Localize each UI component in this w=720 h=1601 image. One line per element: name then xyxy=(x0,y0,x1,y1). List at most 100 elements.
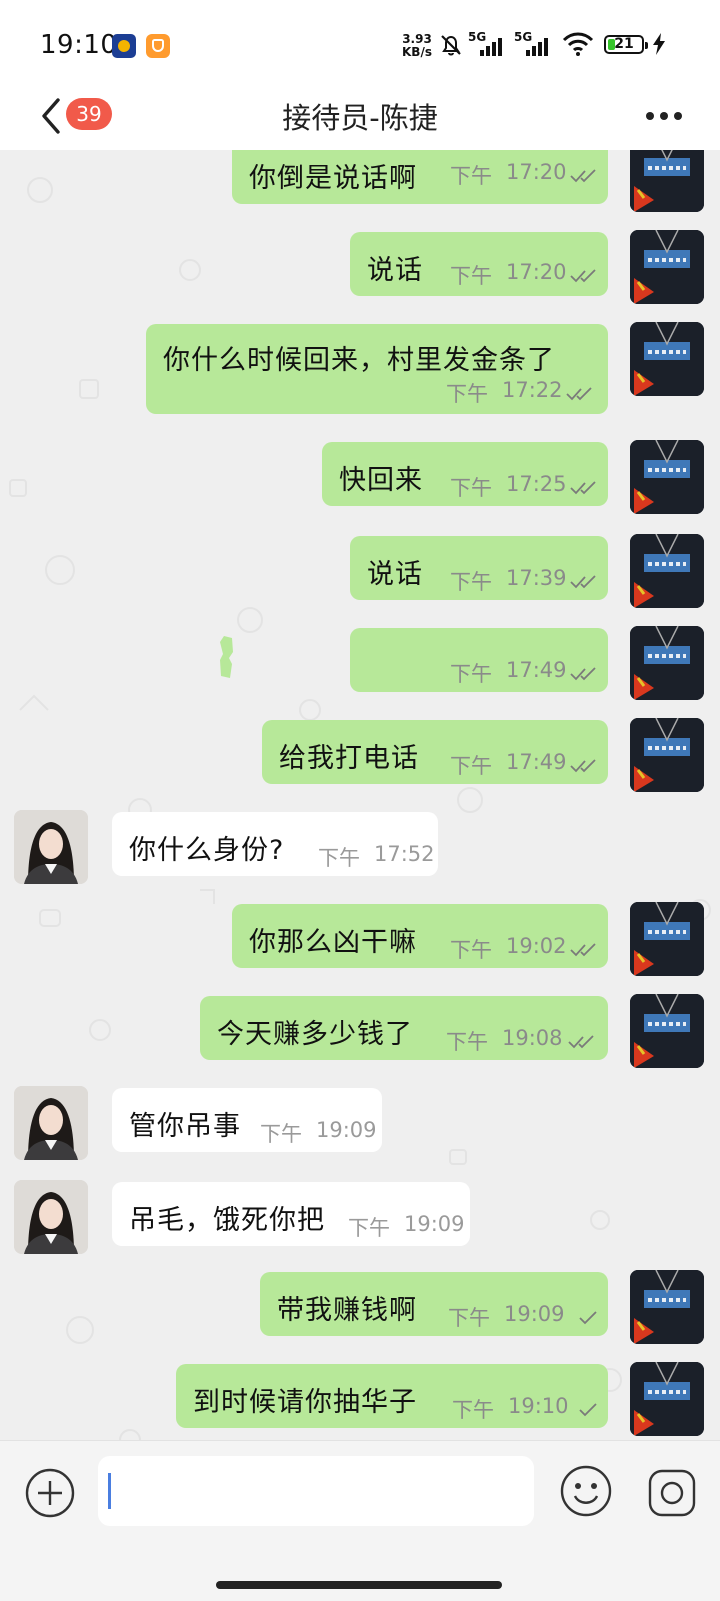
shield-app-icon xyxy=(146,34,170,58)
contact-message-bubble[interactable]: 管你吊事 下午 19:09 xyxy=(112,1088,382,1152)
network-speed-unit: KB/s xyxy=(402,45,432,59)
status-time: 19:10 xyxy=(40,30,118,60)
message-time: 19:09 xyxy=(504,1302,565,1326)
message-time: 19:09 xyxy=(404,1212,465,1236)
message-time: 19:02 xyxy=(506,934,567,958)
message-row: 你什么时候回来，村里发金条了 下午 17:22 xyxy=(0,322,720,414)
contact-avatar[interactable] xyxy=(14,1180,88,1254)
my-avatar[interactable] xyxy=(630,1270,704,1344)
charging-icon xyxy=(653,33,665,55)
read-receipt-icon xyxy=(570,269,596,283)
my-message-bubble[interactable]: 到时候请你抽华子 下午 19:10 xyxy=(176,1364,608,1428)
mute-bell-icon xyxy=(441,35,461,56)
message-row: 给我打电话 下午 17:49 xyxy=(0,718,720,792)
message-time: 17:22 xyxy=(502,378,563,402)
my-avatar[interactable] xyxy=(630,440,704,514)
signal-bars-icon xyxy=(480,38,508,56)
message-text: 管你吊事 xyxy=(129,1111,241,1142)
message-period: 下午 xyxy=(448,1306,490,1330)
sent-check-icon xyxy=(579,1311,597,1325)
my-avatar[interactable] xyxy=(630,902,704,976)
my-avatar[interactable] xyxy=(630,230,704,304)
message-row: 吊毛，饿死你把 下午 19:09 xyxy=(0,1180,720,1254)
contact-avatar[interactable] xyxy=(14,1086,88,1160)
message-row: 你什么身份? 下午 17:52 xyxy=(0,810,720,884)
my-avatar[interactable] xyxy=(630,150,704,212)
message-period: 下午 xyxy=(318,846,360,870)
message-row: 到时候请你抽华子 下午 19:10 xyxy=(0,1362,720,1440)
my-avatar[interactable] xyxy=(630,718,704,792)
my-message-bubble[interactable]: 下午 17:49 xyxy=(350,628,608,692)
contact-message-bubble[interactable]: 你什么身份? 下午 17:52 xyxy=(112,812,438,876)
my-avatar[interactable] xyxy=(630,994,704,1068)
read-receipt-icon xyxy=(570,169,596,183)
message-period: 下午 xyxy=(452,1398,494,1422)
input-bar xyxy=(0,1440,720,1601)
read-receipt-icon xyxy=(566,387,592,401)
my-message-bubble[interactable]: 说话 下午 17:39 xyxy=(350,536,608,600)
wifi-icon xyxy=(562,32,594,56)
contact-message-bubble[interactable]: 吊毛，饿死你把 下午 19:09 xyxy=(112,1182,470,1246)
message-time: 17:20 xyxy=(506,260,567,284)
message-text: 你什么时候回来，村里发金条了 xyxy=(163,345,555,376)
message-row: 带我赚钱啊 下午 19:09 xyxy=(0,1270,720,1346)
more-options-icon[interactable] xyxy=(646,112,682,122)
message-period: 下午 xyxy=(450,476,492,500)
message-row: 今天赚多少钱了 下午 19:08 xyxy=(0,994,720,1068)
message-time: 19:08 xyxy=(502,1026,563,1050)
message-row: 你那么凶干嘛 下午 19:02 xyxy=(0,902,720,976)
message-text: 你什么身份? xyxy=(129,835,285,866)
message-text: 说话 xyxy=(367,255,423,286)
text-cursor xyxy=(108,1473,111,1509)
chat-title: 接待员-陈捷 xyxy=(282,101,438,135)
message-list[interactable]: 你倒是说话啊 下午 17:20 说话 下午 17:20 你什么时候回来，村里发金… xyxy=(0,150,720,1440)
message-text: 到时候请你抽华子 xyxy=(193,1387,417,1418)
my-message-bubble[interactable]: 说话 下午 17:20 xyxy=(350,232,608,296)
message-period: 下午 xyxy=(450,662,492,686)
read-receipt-icon xyxy=(570,667,596,681)
battery-level: 21 xyxy=(614,36,634,52)
my-message-bubble[interactable]: 今天赚多少钱了 下午 19:08 xyxy=(200,996,608,1060)
read-receipt-icon xyxy=(570,943,596,957)
message-time: 19:09 xyxy=(316,1118,377,1142)
message-period: 下午 xyxy=(450,264,492,288)
message-text: 快回来 xyxy=(339,465,423,496)
message-text: 你倒是说话啊 xyxy=(249,163,417,194)
my-avatar[interactable] xyxy=(630,626,704,700)
message-period: 下午 xyxy=(348,1216,390,1240)
message-input[interactable] xyxy=(98,1456,534,1526)
sent-check-icon xyxy=(579,1403,597,1417)
message-row: 快回来 下午 17:25 xyxy=(0,440,720,514)
message-period: 下午 xyxy=(450,938,492,962)
my-message-bubble[interactable]: 你什么时候回来，村里发金条了 下午 17:22 xyxy=(146,324,608,414)
message-period: 下午 xyxy=(446,1030,488,1054)
message-period: 下午 xyxy=(446,382,488,406)
camera-icon[interactable] xyxy=(646,1467,698,1519)
my-message-bubble[interactable]: 带我赚钱啊 下午 19:09 xyxy=(260,1272,608,1336)
home-indicator[interactable] xyxy=(216,1581,502,1589)
read-receipt-icon xyxy=(570,759,596,773)
battery-icon: 21 xyxy=(604,35,648,54)
contact-avatar[interactable] xyxy=(14,810,88,884)
message-text: 吊毛，饿死你把 xyxy=(129,1205,325,1236)
my-avatar[interactable] xyxy=(630,322,704,396)
message-period: 下午 xyxy=(450,570,492,594)
plus-icon[interactable] xyxy=(24,1467,76,1519)
message-time: 17:52 xyxy=(374,842,435,866)
message-text: 你那么凶干嘛 xyxy=(249,927,417,958)
message-text: 说话 xyxy=(367,559,423,590)
my-message-bubble[interactable]: 你那么凶干嘛 下午 19:02 xyxy=(232,904,608,968)
chat-header: 39 接待员-陈捷 xyxy=(0,88,720,151)
my-message-bubble[interactable]: 快回来 下午 17:25 xyxy=(322,442,608,506)
my-message-bubble[interactable]: 给我打电话 下午 17:49 xyxy=(262,720,608,784)
message-row: 管你吊事 下午 19:09 xyxy=(0,1086,720,1160)
my-avatar[interactable] xyxy=(630,1362,704,1436)
emoji-icon[interactable] xyxy=(558,1463,614,1519)
my-message-bubble[interactable]: 你倒是说话啊 下午 17:20 xyxy=(232,150,608,204)
my-avatar[interactable] xyxy=(630,534,704,608)
message-time: 17:25 xyxy=(506,472,567,496)
message-time: 17:49 xyxy=(506,658,567,682)
message-time: 17:20 xyxy=(506,160,567,184)
message-row: 下午 17:49 xyxy=(0,626,720,700)
message-row: 说话 下午 17:20 xyxy=(0,230,720,304)
